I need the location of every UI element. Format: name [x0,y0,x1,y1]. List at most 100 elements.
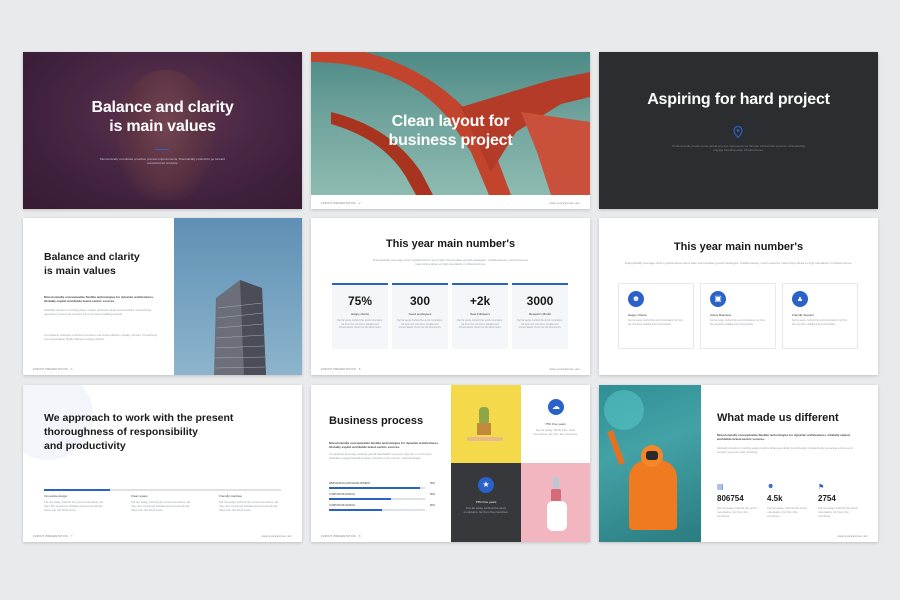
progress-track [44,489,281,491]
body-text: Completely leverage existing global band… [329,452,433,460]
stat-description: Far far away, behind the word mountains,… [337,319,383,329]
lead-text: Monotonically conceptualize flexible tec… [44,295,154,303]
progress-fill [329,498,392,500]
slide-description: Monotonically coordinate proactive proce… [99,157,226,165]
stat-description: Far far away, behind the word mountains,… [717,506,757,518]
stat-label: New Followers [470,312,490,316]
slide-description: Professionally predominate global proces… [672,144,805,152]
feature-description: Far far away, behind the word mountains,… [628,319,684,326]
slide-footer-left: ZURICH PRESENTATION · 7 [33,535,73,538]
feature-label: Active Business [710,313,732,317]
body-text-2: Completely cultivate intuitive innovatio… [44,333,158,341]
stat-value: 3000 [526,294,554,308]
slide-thumbnail-2[interactable]: Clean layout for business project ZURICH… [311,52,590,209]
stat-description: Far far away, behind the word mountains,… [818,506,858,518]
column-description: Far far away, behind the word mountains,… [44,500,104,512]
slide-title: Balance and clarity is main values [91,99,234,135]
stat-label: Repeat in Month [528,312,551,316]
bar-label: CORPORATE DESIGN [329,493,355,496]
lead-text: Monotonically conceptualize flexible tec… [717,433,850,441]
hand-glass-photo [521,463,590,542]
person-icon: ☻ [767,483,775,490]
cloud-icon: ☁ [548,399,564,415]
column-label: Innovative design [44,494,68,498]
slide-title: This year main number's [385,238,516,250]
stat-label: Good employees [408,312,432,316]
slide-title: This year main number's [673,241,804,253]
bar-label: WEB DESIGN AND DEVELOPMENT [329,482,371,485]
stat-tile: ☁ 75% Five years Far far away, behind th… [521,385,590,463]
slide-footer-left: ZURICH PRESENTATION · 8 [321,535,361,538]
slide-thumbnail-4[interactable]: Balance and clarity is main values Monot… [23,218,302,375]
column-label: Friendly interface [219,494,243,498]
slide-title: Clean layout for business project [388,113,513,149]
stat-value: 75% [347,294,373,308]
stat-value: +2k [469,294,491,308]
slide-thumbnail-6[interactable]: This year main number's Energistically l… [599,218,878,375]
star-icon: ★ [478,477,494,493]
user-icon: ☻ [628,291,644,307]
stat-card: 300 Good employees Far far away, behind … [392,283,448,349]
slide-title: Aspiring for hard project [647,91,830,108]
feature-card: ▣ Active Business Far far away, behind t… [700,283,776,349]
progress-track [329,509,425,511]
column-label: Clean space [131,494,148,498]
slide-title: Balance and clarity is main values [44,251,140,277]
cactus-photo [451,385,521,463]
stat-description: Far far away, behind the word mountains,… [457,319,503,329]
bar-label: CORPORATE DESIGN [329,504,355,507]
stat-value: 806754 [717,494,744,503]
tile-description: Far far away, behind the word mountains,… [533,428,578,436]
slide-title: What made us different [717,412,839,424]
stat-card: 3000 Repeat in Month Far far away, behin… [512,283,568,349]
stat-description: Far far away, behind the word mountains,… [767,506,807,518]
slide-footer-left: ZURICH PRESENTATION · 4 [33,368,73,371]
slide-subtitle: Energistically leverage other's global a… [372,258,529,266]
briefcase-icon: ▣ [710,291,726,307]
stat-tile-dark: ★ 75% Five years Far far away, behind th… [451,463,521,542]
bar-value: 80% [430,504,436,507]
slide-footer-left: ZURICH PRESENTATION · 2 [321,202,361,205]
progress-track [329,487,425,489]
skyscraper [214,280,266,375]
progress-fill [329,487,421,489]
feature-label: Happy Clients [628,313,647,317]
bar-value: 85% [430,493,436,496]
tile-label: 75% Five years [545,422,566,426]
stat-description: Far far away, behind the word mountains,… [517,319,563,329]
column-description: Far far away, behind the word mountains,… [131,500,191,512]
slide-footer-right: www.yourwebsite.com [549,368,580,371]
feature-description: Far far away, behind the word mountains,… [792,319,848,326]
slide-thumbnail-3[interactable]: Aspiring for hard project Professionally… [599,52,878,209]
slide-title: We approach to work with the present tho… [44,412,234,452]
progress-track [329,498,425,500]
tile-description: Far far away, behind the word mountains,… [463,506,509,514]
shirt-icon: ▲ [792,291,808,307]
body-text-1: Globally transform cutting-edge metrics … [44,308,152,316]
slide-thumbnail-7[interactable]: We approach to work with the present tho… [23,385,302,542]
lead-text: Monotonically conceptualize flexible tec… [329,441,439,449]
slide-thumbnail-1[interactable]: Balance and clarity is main values Monot… [23,52,302,209]
feature-card: ☻ Happy Clients Far far away, behind the… [618,283,694,349]
slide-thumbnail-8[interactable]: Business process Monotonically conceptua… [311,385,590,542]
progress-fill [44,489,111,491]
slide-footer-right: www.yourwebsite.com [261,535,292,538]
slide-subtitle: Energistically leverage other's global a… [624,261,853,265]
slide-thumbnail-5[interactable]: This year main number's Energistically l… [311,218,590,375]
slide-footer-right: www.yourwebsite.com [837,535,868,538]
stat-card: 75% Happy clients Far far away, behind t… [332,283,388,349]
stat-label: Happy clients [350,312,369,316]
stat-value: 4.5k [767,494,783,503]
progress-fill [329,509,382,511]
feature-card: ▲ Friendly Support Far far away, behind … [782,283,858,349]
bar-value: 95% [430,482,436,485]
flag-icon: ⚑ [818,484,825,491]
body-text: Globally transform cutting-edge metrics … [717,446,853,454]
slide-thumbnail-9[interactable]: What made us different Monotonically con… [599,385,878,542]
stat-card: +2k New Followers Far far away, behind t… [452,283,508,349]
feature-label: Friendly Support [792,313,815,317]
slide-footer-left: ZURICH PRESENTATION · 5 [321,368,361,371]
title-divider [155,149,169,150]
slide-footer-right: www.yourwebsite.com [549,202,580,205]
document-icon: ▤ [717,484,724,491]
